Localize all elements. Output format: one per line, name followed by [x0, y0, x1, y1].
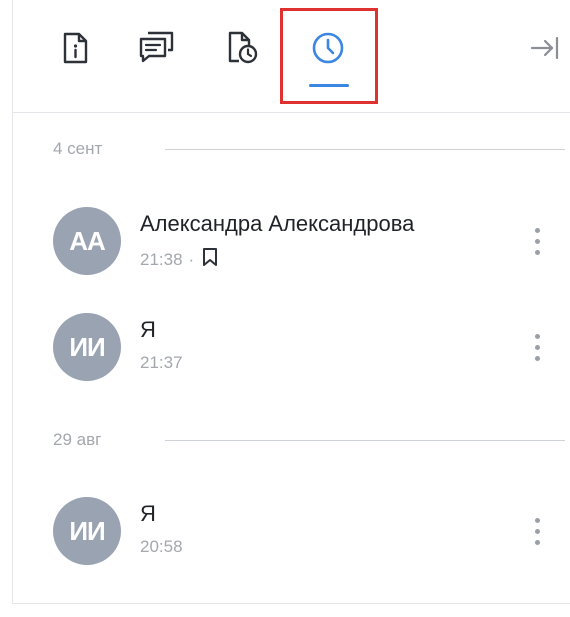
entry-time: 21:37 — [140, 353, 183, 372]
tab-document-history[interactable] — [221, 26, 265, 70]
author-name: Александра Александрова — [140, 211, 415, 236]
avatar: ИИ — [53, 497, 121, 565]
highlight-frame — [280, 8, 378, 104]
history-entry[interactable]: ИИ Я 20:58 — [53, 497, 563, 569]
tab-comments[interactable] — [135, 26, 179, 70]
avatar: АА — [53, 207, 121, 275]
more-options-icon[interactable] — [525, 511, 549, 551]
history-panel: 4 сент АА Александра Александрова 21:38 … — [12, 0, 570, 604]
divider — [165, 439, 565, 441]
entry-time: 20:58 — [140, 537, 183, 556]
date-label: 29 авг — [53, 430, 102, 449]
more-options-icon[interactable] — [525, 221, 549, 261]
collapse-panel-icon — [530, 36, 559, 60]
entry-meta: 21:38 · — [140, 247, 218, 272]
entry-meta: 21:37 — [140, 353, 183, 373]
document-info-icon — [63, 32, 88, 64]
date-separator: 29 авг — [53, 430, 565, 450]
entry-meta: 20:58 — [140, 537, 183, 557]
author-name: Я — [140, 501, 156, 526]
collapse-panel-button[interactable] — [527, 30, 563, 66]
more-options-icon[interactable] — [525, 327, 549, 367]
avatar: ИИ — [53, 313, 121, 381]
history-entry[interactable]: АА Александра Александрова 21:38 · — [53, 207, 563, 279]
entry-time: 21:38 — [140, 249, 183, 269]
tab-info[interactable] — [53, 26, 97, 70]
divider — [165, 148, 565, 150]
date-label: 4 сент — [53, 139, 103, 158]
author-name: Я — [140, 317, 156, 342]
date-separator: 4 сент — [53, 139, 565, 159]
history-entry[interactable]: ИИ Я 21:37 — [53, 313, 563, 385]
chat-bubbles-icon — [139, 31, 174, 63]
bookmark-icon[interactable] — [202, 247, 218, 272]
document-clock-icon — [228, 31, 258, 64]
panel-tabbar — [13, 0, 570, 113]
meta-separator: · — [188, 249, 195, 269]
